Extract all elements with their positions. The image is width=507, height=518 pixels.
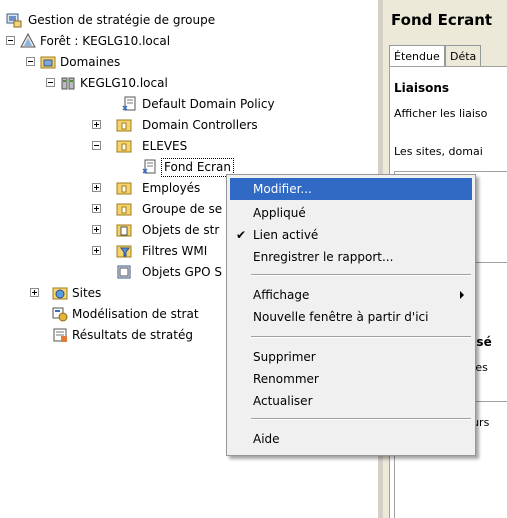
menu-separator xyxy=(251,336,471,338)
expand-icon[interactable] xyxy=(92,120,101,129)
tree-label: ELEVES xyxy=(142,139,188,153)
menu-item-affichage[interactable]: Affichage xyxy=(230,284,472,306)
details-title: Fond Ecrant xyxy=(391,11,493,29)
links-filter-label: Afficher les liaiso xyxy=(394,107,488,120)
tree-label: Domain Controllers xyxy=(142,118,258,132)
menu-item-supprimer[interactable]: Supprimer xyxy=(230,346,472,368)
tree-label: Objets de str xyxy=(142,223,220,237)
context-menu: Modifier... Appliqué ✔ Lien activé Enreg… xyxy=(226,174,476,456)
forest-icon xyxy=(20,33,36,48)
domains-folder-icon xyxy=(40,56,56,69)
tree-label: Filtres WMI xyxy=(142,244,208,258)
collapse-icon[interactable] xyxy=(92,141,101,150)
ou-folder-icon xyxy=(116,140,132,153)
menu-item-label: Actualiser xyxy=(253,394,313,408)
tree-label: Objets GPO S xyxy=(142,265,222,279)
tree-label: Default Domain Policy xyxy=(142,97,275,111)
menu-separator xyxy=(251,418,471,420)
collapse-icon[interactable] xyxy=(26,57,35,66)
menu-item-enregistrer-rapport[interactable]: Enregistrer le rapport... xyxy=(230,246,472,268)
ou-folder-icon xyxy=(116,119,132,132)
expand-icon[interactable] xyxy=(92,204,101,213)
menu-item-label: Enregistrer le rapport... xyxy=(253,250,394,264)
tree-label: Groupe de se xyxy=(142,202,223,216)
expand-icon[interactable] xyxy=(92,246,101,255)
tree-label: Employés xyxy=(142,181,201,195)
menu-item-label: Nouvelle fenêtre à partir d'ici xyxy=(253,310,429,324)
menu-item-label: Appliqué xyxy=(253,206,306,220)
starter-gpo-icon xyxy=(117,265,131,279)
expand-icon[interactable] xyxy=(92,183,101,192)
gpo-link-icon xyxy=(122,96,136,111)
tree-label: Forêt : KEGLG10.local xyxy=(40,34,171,48)
ou-folder-icon xyxy=(116,182,132,195)
menu-item-aide[interactable]: Aide xyxy=(230,428,472,450)
tab-details[interactable]: Déta xyxy=(445,45,482,68)
menu-item-label: Modifier... xyxy=(253,182,312,196)
gpo-folder-icon xyxy=(116,224,132,237)
gpmc-icon xyxy=(6,13,22,28)
expand-icon[interactable] xyxy=(92,225,101,234)
menu-item-label: Affichage xyxy=(253,288,310,302)
wmi-filter-icon xyxy=(116,245,132,258)
modeling-icon xyxy=(52,307,68,322)
tree-label: Domaines xyxy=(60,55,121,69)
tree-label: KEGLG10.local xyxy=(80,76,168,90)
section-liaisons: Liaisons xyxy=(394,81,450,95)
links-description: Les sites, domai xyxy=(394,145,483,158)
tree-label: Modélisation de strat xyxy=(72,307,199,321)
submenu-arrow-icon xyxy=(460,291,464,299)
expand-icon[interactable] xyxy=(30,288,39,297)
collapse-icon[interactable] xyxy=(6,36,15,45)
tree-label: Sites xyxy=(72,286,102,300)
menu-item-renommer[interactable]: Renommer xyxy=(230,368,472,390)
collapse-icon[interactable] xyxy=(46,78,55,87)
tree-label-selected: Fond Ecran xyxy=(161,158,234,177)
results-icon xyxy=(53,328,67,342)
menu-item-actualiser[interactable]: Actualiser xyxy=(230,390,472,412)
menu-item-label: Lien activé xyxy=(253,228,319,242)
menu-item-label: Aide xyxy=(253,432,280,446)
menu-item-lien-active[interactable]: ✔ Lien activé xyxy=(230,224,472,246)
menu-item-label: Renommer xyxy=(253,372,319,386)
domain-icon xyxy=(61,77,75,90)
tree-label: Gestion de stratégie de groupe xyxy=(28,13,216,27)
checkmark-icon: ✔ xyxy=(236,228,247,242)
tab-etendue[interactable]: Étendue xyxy=(389,45,445,68)
ou-folder-icon xyxy=(116,203,132,216)
menu-item-applique[interactable]: Appliqué xyxy=(230,202,472,224)
menu-separator xyxy=(251,274,471,276)
gpo-link-icon xyxy=(142,159,156,174)
tree-label: Résultats de stratég xyxy=(72,328,193,342)
menu-item-label: Supprimer xyxy=(253,350,316,364)
menu-item-modifier[interactable]: Modifier... xyxy=(230,178,472,200)
sites-folder-icon xyxy=(52,287,68,300)
menu-item-nouvelle-fenetre[interactable]: Nouvelle fenêtre à partir d'ici xyxy=(230,306,472,328)
